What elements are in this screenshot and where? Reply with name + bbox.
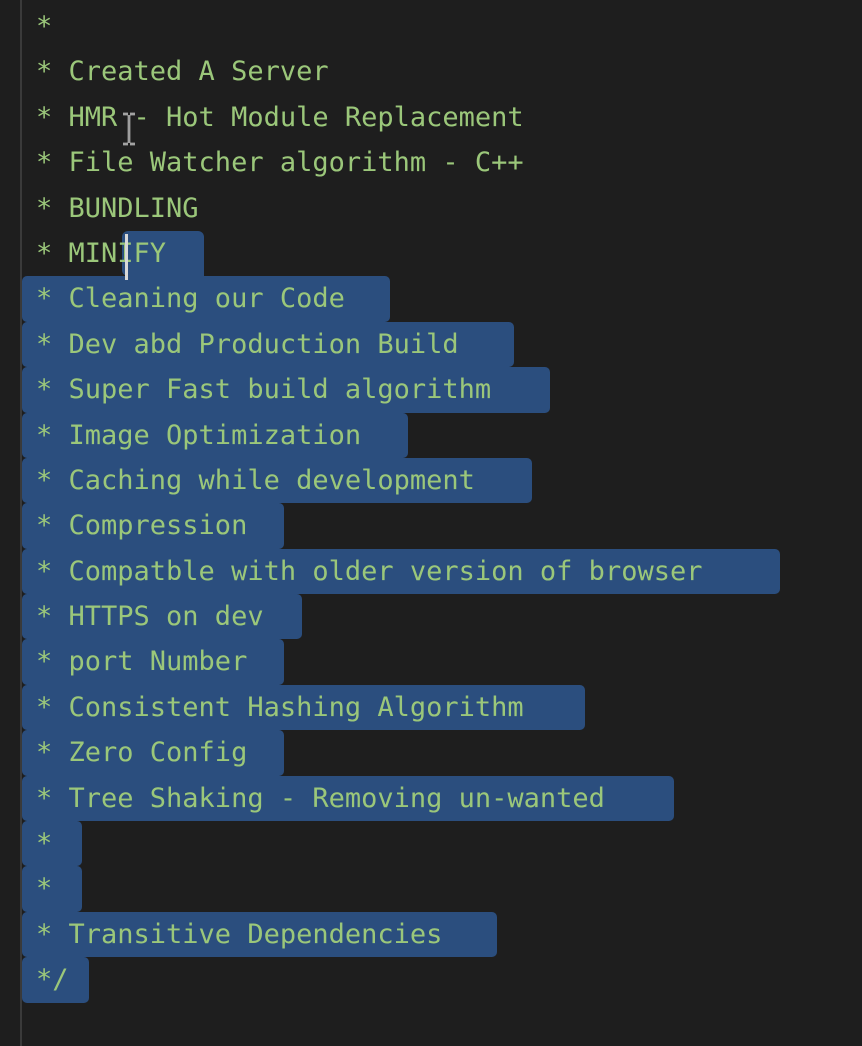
code-line[interactable]: * Compression xyxy=(0,503,862,549)
code-line-text: * File Watcher algorithm - C++ xyxy=(36,147,524,179)
code-line-text: * BUNDLING xyxy=(36,192,199,224)
code-line[interactable]: * Caching while development xyxy=(0,457,862,504)
code-line-text: */ xyxy=(36,964,69,996)
code-line-text: * Compression xyxy=(36,510,248,542)
code-line[interactable]: * Image Optimization xyxy=(0,412,862,458)
code-line[interactable]: * BUNDLING xyxy=(0,186,862,231)
code-line-text: * Caching while development xyxy=(36,464,475,496)
code-line[interactable]: * MINIFY xyxy=(0,230,862,277)
code-line[interactable]: * File Watcher algorithm - C++ xyxy=(0,140,862,185)
text-cursor xyxy=(125,234,128,280)
code-line[interactable]: * xyxy=(0,821,862,867)
code-line-text: * Tree Shaking - Removing un-wanted xyxy=(36,782,605,814)
code-line-text: * Dev abd Production Build xyxy=(36,328,459,360)
code-editor[interactable]: * * Created A Server * HMR - Hot Module Re… xyxy=(0,0,862,1046)
code-line-text: * port Number xyxy=(36,646,248,678)
code-line-text: * xyxy=(36,873,53,905)
code-line[interactable]: * Created A Server xyxy=(0,49,862,94)
code-line-text: * Created A Server xyxy=(36,56,329,88)
code-line[interactable]: * Super Fast build algorithm xyxy=(0,367,862,413)
code-line[interactable]: * Dev abd Production Build xyxy=(0,321,862,368)
code-line[interactable]: * Zero Config xyxy=(0,730,862,776)
code-line[interactable]: * Cleaning our Code xyxy=(0,276,862,322)
code-line-text: * Image Optimization xyxy=(36,419,362,451)
code-line-text: * MINIFY xyxy=(36,237,167,269)
code-line-text: * HTTPS on dev xyxy=(36,601,264,633)
code-line-text: * xyxy=(36,828,53,860)
code-line-text: * HMR - Hot Module Replacement xyxy=(36,101,524,133)
code-line[interactable]: * Consistent Hashing Algorithm xyxy=(0,684,862,731)
code-line-text: * Cleaning our Code xyxy=(36,283,345,315)
code-line[interactable]: * Compatble with older version of browse… xyxy=(0,548,862,595)
code-line-text: * Compatble with older version of browse… xyxy=(36,555,703,587)
code-line-text: * Zero Config xyxy=(36,737,248,769)
code-lines[interactable]: * * Created A Server * HMR - Hot Module Re… xyxy=(0,4,862,1003)
code-line[interactable]: * port Number xyxy=(0,639,862,685)
code-line-text: * Super Fast build algorithm xyxy=(36,374,492,406)
code-line[interactable]: * Transitive Dependencies xyxy=(0,911,862,958)
ibeam-cursor-icon xyxy=(123,112,135,146)
code-line[interactable]: * HTTPS on dev xyxy=(0,594,862,640)
code-line[interactable]: * xyxy=(0,4,862,49)
code-line[interactable]: * xyxy=(0,866,862,912)
code-line[interactable]: */ xyxy=(0,957,862,1003)
code-line-text: * Transitive Dependencies xyxy=(36,918,443,950)
code-line-text: * Consistent Hashing Algorithm xyxy=(36,691,524,723)
code-line[interactable]: * Tree Shaking - Removing un-wanted xyxy=(0,775,862,822)
code-line-text: * xyxy=(36,11,53,42)
